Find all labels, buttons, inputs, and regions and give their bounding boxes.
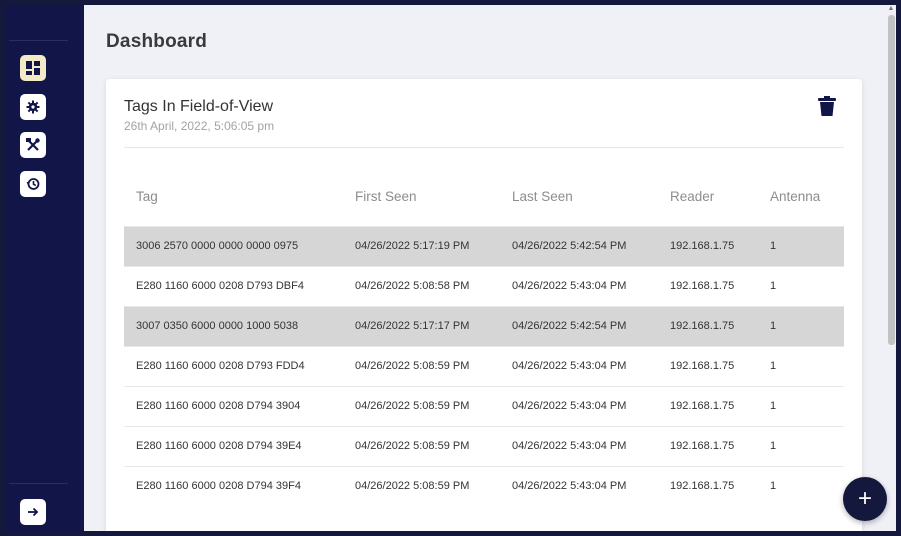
cell-last-seen: 04/26/2022 5:42:54 PM — [500, 305, 658, 346]
cell-antenna: 1 — [758, 225, 844, 266]
table-row[interactable]: 3007 0350 6000 0000 1000 5038 04/26/2022 … — [124, 305, 844, 346]
tags-table: Tag First Seen Last Seen Reader Antenna … — [124, 168, 844, 506]
table-header-row: Tag First Seen Last Seen Reader Antenna — [124, 168, 844, 226]
cell-antenna: 1 — [758, 385, 844, 426]
tags-card: Tags In Field-of-View 26th April, 2022, … — [106, 79, 862, 531]
cell-antenna: 1 — [758, 425, 844, 466]
sidebar-item-dashboard[interactable] — [20, 55, 46, 81]
delete-button[interactable] — [818, 96, 836, 116]
app-window: Dashboard Tags In Field-of-View 26th Apr… — [5, 5, 896, 531]
cell-reader: 192.168.1.75 — [658, 265, 758, 306]
card-title: Tags In Field-of-View — [124, 98, 274, 115]
cell-first-seen: 04/26/2022 5:08:59 PM — [343, 425, 500, 466]
cell-last-seen: 04/26/2022 5:42:54 PM — [500, 225, 658, 266]
cell-last-seen: 04/26/2022 5:43:04 PM — [500, 425, 658, 466]
sidebar-item-logout[interactable] — [20, 499, 46, 525]
table-row[interactable]: E280 1160 6000 0208 D794 39F4 04/26/2022 … — [124, 465, 844, 506]
cell-tag: 3007 0350 6000 0000 1000 5038 — [124, 305, 343, 346]
gear-icon — [26, 100, 40, 114]
cell-reader: 192.168.1.75 — [658, 225, 758, 266]
dashboard-icon — [26, 61, 40, 75]
column-header-antenna[interactable]: Antenna — [758, 168, 844, 226]
sidebar-item-tools[interactable] — [20, 132, 46, 158]
page-title: Dashboard — [106, 31, 208, 52]
cell-reader: 192.168.1.75 — [658, 305, 758, 346]
cell-reader: 192.168.1.75 — [658, 385, 758, 426]
tools-icon — [26, 138, 40, 151]
arrow-right-icon — [28, 507, 39, 517]
cell-last-seen: 04/26/2022 5:43:04 PM — [500, 345, 658, 386]
table-row[interactable]: E280 1160 6000 0208 D794 39E4 04/26/2022 … — [124, 425, 844, 466]
trash-icon — [818, 96, 836, 116]
cell-antenna: 1 — [758, 465, 844, 506]
history-icon — [26, 178, 40, 190]
sidebar-divider-bottom — [9, 483, 68, 484]
column-header-reader[interactable]: Reader — [658, 168, 758, 226]
plus-icon: + — [857, 485, 872, 512]
cell-first-seen: 04/26/2022 5:08:59 PM — [343, 345, 500, 386]
cell-reader: 192.168.1.75 — [658, 425, 758, 466]
cell-tag: E280 1160 6000 0208 D793 FDD4 — [124, 345, 343, 386]
cell-tag: E280 1160 6000 0208 D794 39E4 — [124, 425, 343, 466]
table-row[interactable]: E280 1160 6000 0208 D794 3904 04/26/2022 … — [124, 385, 844, 426]
scrollbar-thumb[interactable] — [888, 15, 895, 345]
scroll-up-icon[interactable]: ▲ — [887, 5, 895, 12]
cell-antenna: 1 — [758, 305, 844, 346]
cell-last-seen: 04/26/2022 5:43:04 PM — [500, 465, 658, 506]
column-header-tag[interactable]: Tag — [124, 168, 343, 226]
cell-tag: E280 1160 6000 0208 D794 3904 — [124, 385, 343, 426]
table-row[interactable]: E280 1160 6000 0208 D793 FDD4 04/26/2022 … — [124, 345, 844, 386]
column-header-first-seen[interactable]: First Seen — [343, 168, 500, 226]
add-button[interactable]: + — [843, 477, 887, 521]
cell-last-seen: 04/26/2022 5:43:04 PM — [500, 265, 658, 306]
sidebar-item-settings[interactable] — [20, 94, 46, 120]
cell-first-seen: 04/26/2022 5:17:19 PM — [343, 225, 500, 266]
table-row[interactable]: 3006 2570 0000 0000 0000 0975 04/26/2022 … — [124, 225, 844, 266]
cell-first-seen: 04/26/2022 5:08:59 PM — [343, 385, 500, 426]
cell-reader: 192.168.1.75 — [658, 345, 758, 386]
sidebar-divider-top — [9, 40, 68, 41]
card-timestamp: 26th April, 2022, 5:06:05 pm — [124, 119, 275, 133]
main-content: Dashboard Tags In Field-of-View 26th Apr… — [84, 5, 896, 531]
cell-first-seen: 04/26/2022 5:08:58 PM — [343, 265, 500, 306]
cell-last-seen: 04/26/2022 5:43:04 PM — [500, 385, 658, 426]
cell-tag: E280 1160 6000 0208 D793 DBF4 — [124, 265, 343, 306]
sidebar-item-history[interactable] — [20, 171, 46, 197]
table-row[interactable]: E280 1160 6000 0208 D793 DBF4 04/26/2022 … — [124, 265, 844, 306]
scrollbar[interactable]: ▲ — [886, 5, 896, 531]
cell-tag: 3006 2570 0000 0000 0000 0975 — [124, 225, 343, 266]
card-divider — [124, 147, 844, 148]
cell-antenna: 1 — [758, 265, 844, 306]
cell-first-seen: 04/26/2022 5:08:59 PM — [343, 465, 500, 506]
cell-tag: E280 1160 6000 0208 D794 39F4 — [124, 465, 343, 506]
column-header-last-seen[interactable]: Last Seen — [500, 168, 658, 226]
cell-first-seen: 04/26/2022 5:17:17 PM — [343, 305, 500, 346]
cell-antenna: 1 — [758, 345, 844, 386]
cell-reader: 192.168.1.75 — [658, 465, 758, 506]
sidebar — [5, 5, 84, 531]
